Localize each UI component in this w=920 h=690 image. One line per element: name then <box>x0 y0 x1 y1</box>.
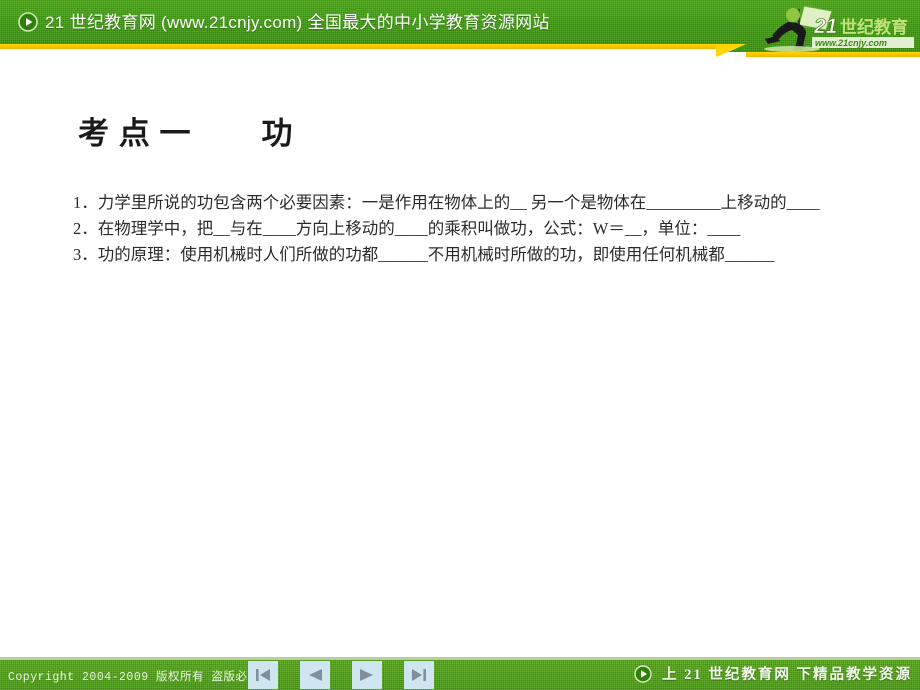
svg-text:www.21cnjy.com: www.21cnjy.com <box>815 38 887 48</box>
last-slide-button[interactable] <box>404 661 434 689</box>
svg-text:21: 21 <box>813 15 837 38</box>
footer-tagline: 上 21 世纪教育网 下精品教学资源 <box>662 667 912 683</box>
first-slide-button[interactable] <box>248 661 278 689</box>
play-circle-icon <box>18 12 38 32</box>
slide-navigation <box>248 661 434 689</box>
copyright-text: Copyright 2004-2009 版权所有 盗版必究 <box>8 671 260 684</box>
page-header: 21 世纪教育网 (www.21cnjy.com) 全国最大的中小学教育资源网站… <box>0 0 920 60</box>
body-paragraph-2: 2．在物理学中，把__与在____方向上移动的____的乘积叫做功，公式：W＝_… <box>73 219 741 238</box>
page-title: 考 点 一 功 <box>78 116 294 151</box>
header-title: 21 世纪教育网 (www.21cnjy.com) 全国最大的中小学教育资源网站 <box>45 13 550 32</box>
footer-tagline-group: 上 21 世纪教育网 下精品教学资源 <box>634 663 912 684</box>
previous-slide-button[interactable] <box>300 661 330 689</box>
skip-to-start-icon <box>254 667 272 683</box>
site-logo: 21 世纪教育 www.21cnjy.com <box>752 3 918 53</box>
slide-body: 1．力学里所说的功包含两个必要因素：一是作用在物体上的__ 另一个是物体在___… <box>40 190 882 268</box>
header-gold-stripe-left <box>0 44 740 49</box>
svg-text:世纪教育: 世纪教育 <box>840 17 908 37</box>
play-circle-icon <box>634 664 652 683</box>
skip-to-end-icon <box>410 667 428 683</box>
body-paragraph-3: 3．功的原理：使用机械时人们所做的功都______不用机械时所做的功，即使用任何… <box>73 245 775 264</box>
next-slide-button[interactable] <box>352 661 382 689</box>
next-icon <box>358 667 376 683</box>
previous-icon <box>306 667 324 683</box>
body-paragraph-1: 1．力学里所说的功包含两个必要因素：一是作用在物体上的__ 另一个是物体在___… <box>73 193 820 212</box>
